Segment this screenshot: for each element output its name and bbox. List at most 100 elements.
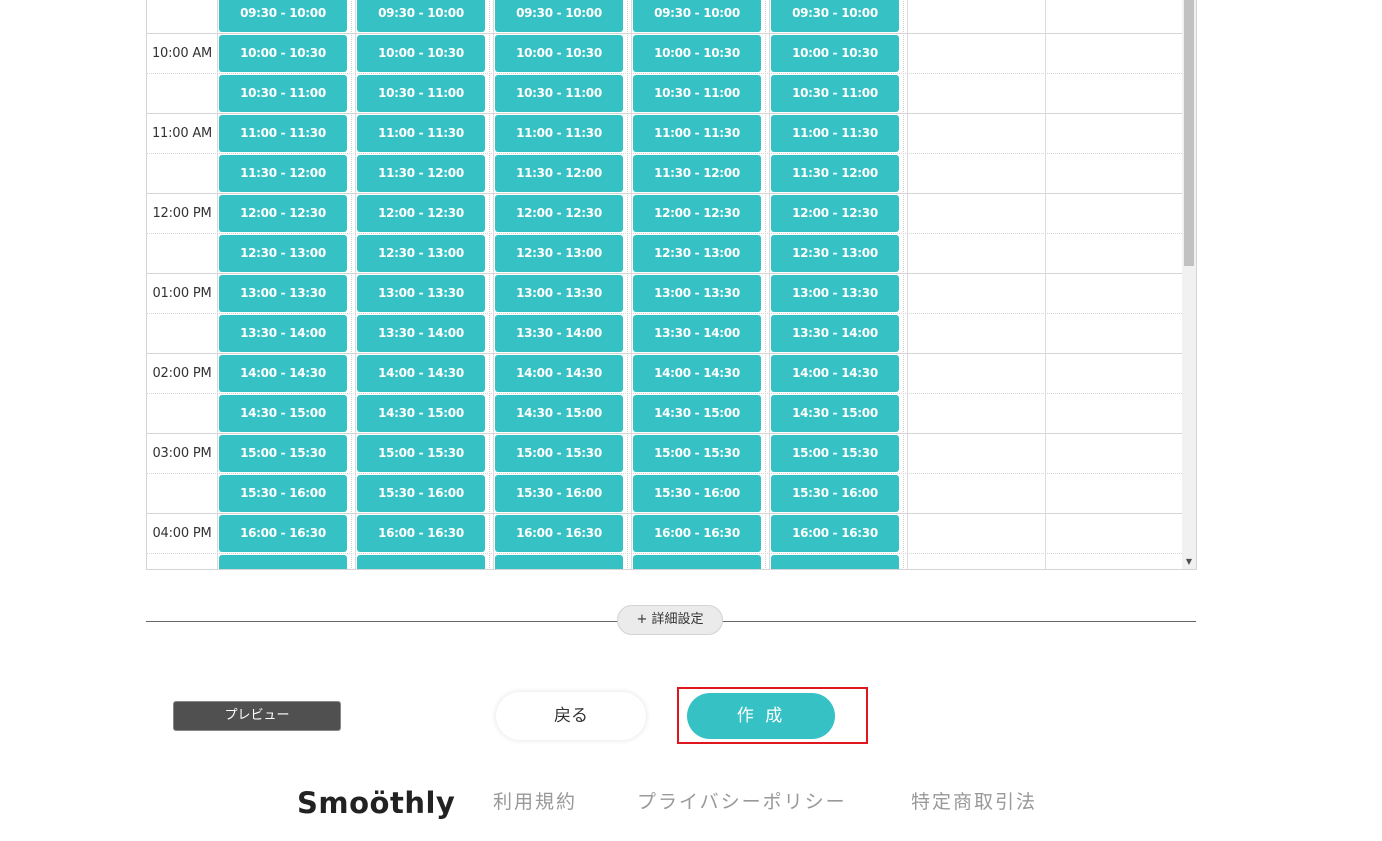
footer-link-commerce-law[interactable]: 特定商取引法 — [911, 788, 1037, 816]
time-slot[interactable]: 12:30 - 13:00 — [633, 235, 761, 272]
time-label — [147, 554, 217, 569]
footer-link-privacy[interactable]: プライバシーポリシー — [637, 788, 847, 816]
time-slot[interactable]: 10:30 - 11:00 — [357, 75, 485, 112]
time-slot[interactable]: 16:00 - 16:30 — [219, 515, 347, 552]
time-slot[interactable]: 11:30 - 12:00 — [771, 155, 899, 192]
time-slot[interactable]: 09:30 - 10:00 — [357, 0, 485, 32]
time-slot[interactable]: 15:30 - 16:00 — [357, 475, 485, 512]
time-slot[interactable]: 13:30 - 14:00 — [771, 315, 899, 352]
time-slot[interactable]: 13:00 - 13:30 — [495, 275, 623, 312]
time-slot[interactable] — [771, 555, 899, 569]
time-slot[interactable]: 11:00 - 11:30 — [633, 115, 761, 152]
time-slot[interactable]: 13:30 - 14:00 — [357, 315, 485, 352]
time-slot[interactable]: 10:00 - 10:30 — [357, 35, 485, 72]
time-slot[interactable] — [495, 555, 623, 569]
time-slot[interactable]: 14:00 - 14:30 — [771, 355, 899, 392]
time-slot[interactable]: 15:30 - 16:00 — [219, 475, 347, 512]
day-column-divider — [493, 0, 494, 569]
time-slot[interactable]: 11:30 - 12:00 — [219, 155, 347, 192]
scrollbar-thumb[interactable] — [1184, 0, 1194, 266]
time-slot[interactable]: 14:30 - 15:00 — [357, 395, 485, 432]
time-label — [147, 474, 217, 514]
time-slot[interactable]: 10:00 - 10:30 — [633, 35, 761, 72]
time-slot[interactable]: 15:00 - 15:30 — [357, 435, 485, 472]
time-slot[interactable]: 10:30 - 11:00 — [771, 75, 899, 112]
time-slot[interactable]: 12:00 - 12:30 — [495, 195, 623, 232]
calendar-scrollbar[interactable]: ▼ — [1182, 0, 1196, 569]
time-slot[interactable]: 10:30 - 11:00 — [495, 75, 623, 112]
time-slot[interactable]: 11:00 - 11:30 — [771, 115, 899, 152]
time-slot[interactable]: 10:30 - 11:00 — [219, 75, 347, 112]
time-slot[interactable]: 16:00 - 16:30 — [357, 515, 485, 552]
calendar-row: 12:30 - 13:00 12:30 - 13:00 12:30 - 13:00 1… — [147, 234, 1182, 274]
time-slot[interactable]: 12:00 - 12:30 — [219, 195, 347, 232]
time-slot[interactable]: 11:30 - 12:00 — [357, 155, 485, 192]
time-slot[interactable]: 13:30 - 14:00 — [219, 315, 347, 352]
time-slot[interactable]: 09:30 - 10:00 — [219, 0, 347, 32]
time-slot[interactable]: 10:00 - 10:30 — [495, 35, 623, 72]
time-slot[interactable]: 10:00 - 10:30 — [219, 35, 347, 72]
time-slot[interactable]: 13:30 - 14:00 — [495, 315, 623, 352]
time-slot[interactable]: 14:30 - 15:00 — [219, 395, 347, 432]
time-slot[interactable]: 15:30 - 16:00 — [495, 475, 623, 512]
time-slot[interactable]: 09:30 - 10:00 — [633, 0, 761, 32]
time-slot[interactable]: 14:30 - 15:00 — [771, 395, 899, 432]
time-slot[interactable]: 11:00 - 11:30 — [495, 115, 623, 152]
time-slot[interactable]: 15:00 - 15:30 — [495, 435, 623, 472]
time-slot[interactable]: 11:00 - 11:30 — [219, 115, 347, 152]
calendar-row: 01:00 PM 13:00 - 13:30 13:00 - 13:30 13:00 … — [147, 274, 1182, 314]
calendar-grid: 09:30 - 10:00 09:30 - 10:00 09:30 - 10:00 0… — [147, 0, 1182, 569]
time-slot[interactable]: 12:00 - 12:30 — [633, 195, 761, 232]
time-slot[interactable]: 09:30 - 10:00 — [771, 0, 899, 32]
time-slot[interactable] — [357, 555, 485, 569]
time-slot[interactable]: 13:00 - 13:30 — [771, 275, 899, 312]
time-slot[interactable]: 09:30 - 10:00 — [495, 0, 623, 32]
time-label: 02:00 PM — [152, 366, 212, 381]
time-slot[interactable]: 14:00 - 14:30 — [495, 355, 623, 392]
time-slot[interactable]: 11:00 - 11:30 — [357, 115, 485, 152]
time-slot[interactable]: 10:00 - 10:30 — [771, 35, 899, 72]
time-slot[interactable]: 13:00 - 13:30 — [219, 275, 347, 312]
time-slot[interactable]: 15:00 - 15:30 — [771, 435, 899, 472]
back-button[interactable]: 戻る — [496, 692, 646, 740]
detail-settings-button[interactable]: + 詳細設定 — [617, 605, 723, 635]
smoothly-logo[interactable]: Smoöthly — [297, 783, 455, 823]
calendar-row: 15:30 - 16:00 15:30 - 16:00 15:30 - 16:00 1… — [147, 474, 1182, 514]
footer-link-terms[interactable]: 利用規約 — [493, 788, 577, 816]
time-slot[interactable]: 12:30 - 13:00 — [357, 235, 485, 272]
time-slot[interactable]: 15:00 - 15:30 — [219, 435, 347, 472]
preview-button[interactable]: プレビュー — [173, 701, 341, 731]
time-slot[interactable]: 12:30 - 13:00 — [219, 235, 347, 272]
time-slot[interactable]: 15:30 - 16:00 — [633, 475, 761, 512]
scroll-down-arrow-icon[interactable]: ▼ — [1182, 555, 1196, 569]
time-slot[interactable]: 14:30 - 15:00 — [633, 395, 761, 432]
time-slot[interactable]: 16:00 - 16:30 — [771, 515, 899, 552]
time-slot[interactable]: 14:30 - 15:00 — [495, 395, 623, 432]
time-slot[interactable]: 11:30 - 12:00 — [633, 155, 761, 192]
time-slot[interactable] — [219, 555, 347, 569]
time-slot[interactable]: 12:00 - 12:30 — [357, 195, 485, 232]
calendar-row — [147, 554, 1182, 569]
time-slot[interactable]: 12:30 - 13:00 — [495, 235, 623, 272]
time-slot[interactable]: 10:30 - 11:00 — [633, 75, 761, 112]
time-slot[interactable]: 13:00 - 13:30 — [357, 275, 485, 312]
time-slot[interactable]: 15:00 - 15:30 — [633, 435, 761, 472]
time-slot[interactable]: 13:30 - 14:00 — [633, 315, 761, 352]
create-button[interactable]: 作 成 — [687, 693, 835, 739]
calendar-row: 11:00 AM 11:00 - 11:30 11:00 - 11:30 11:00 … — [147, 114, 1182, 154]
calendar-row: 03:00 PM 15:00 - 15:30 15:00 - 15:30 15:00 … — [147, 434, 1182, 474]
time-slot[interactable]: 13:00 - 13:30 — [633, 275, 761, 312]
calendar-row: 09:30 - 10:00 09:30 - 10:00 09:30 - 10:00 0… — [147, 0, 1182, 34]
time-label: 04:00 PM — [152, 526, 212, 541]
time-slot[interactable]: 14:00 - 14:30 — [633, 355, 761, 392]
time-slot[interactable]: 16:00 - 16:30 — [495, 515, 623, 552]
time-slot[interactable]: 12:30 - 13:00 — [771, 235, 899, 272]
time-slot[interactable]: 14:00 - 14:30 — [219, 355, 347, 392]
time-slot[interactable]: 12:00 - 12:30 — [771, 195, 899, 232]
time-slot[interactable] — [633, 555, 761, 569]
time-slot[interactable]: 16:00 - 16:30 — [633, 515, 761, 552]
time-slot[interactable]: 15:30 - 16:00 — [771, 475, 899, 512]
day-column-subdivider — [489, 0, 490, 569]
time-slot[interactable]: 11:30 - 12:00 — [495, 155, 623, 192]
time-slot[interactable]: 14:00 - 14:30 — [357, 355, 485, 392]
